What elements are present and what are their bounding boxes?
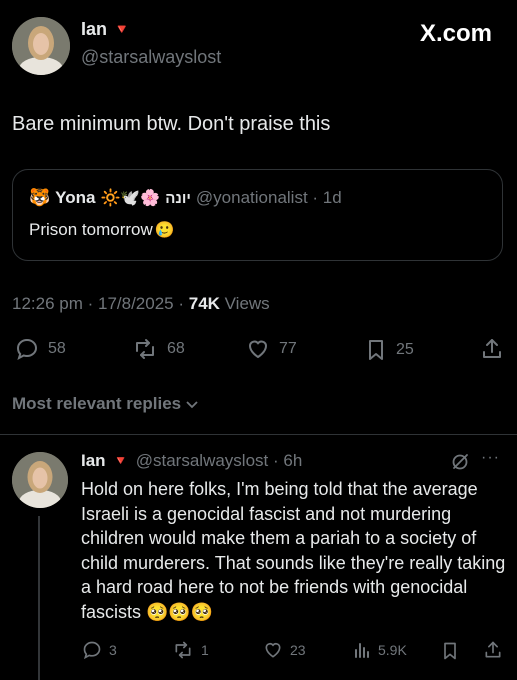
author-avatar[interactable] xyxy=(12,17,70,75)
reply-author-flag: 🔻 xyxy=(112,453,129,468)
share-icon[interactable] xyxy=(480,337,504,361)
reply-handle-time[interactable]: @starsalwayslost · 6h xyxy=(136,451,303,471)
repost-button[interactable]: 68 xyxy=(131,337,185,361)
repost-count: 68 xyxy=(167,340,185,357)
post-text: Bare minimum btw. Don't praise this xyxy=(12,113,331,135)
quote-text: Prison tomorrow xyxy=(29,220,153,239)
views-count: 74K xyxy=(188,294,220,313)
reply-author-name[interactable]: Ian xyxy=(81,451,106,471)
repost-icon xyxy=(171,640,195,660)
heart-icon xyxy=(262,640,284,660)
reply-icon xyxy=(14,337,40,361)
bookmark-count: 25 xyxy=(396,341,414,358)
post-meta: 12:26 pm · 17/8/2025 · 74K Views xyxy=(12,294,270,314)
post-timestamp[interactable]: 12:26 pm · 17/8/2025 · xyxy=(12,294,189,313)
reply-text: Hold on here folks, I'm being told that … xyxy=(81,479,506,622)
grok-icon[interactable] xyxy=(450,452,470,472)
reply-repost-count: 1 xyxy=(201,642,209,658)
replies-sort-label: Most relevant replies xyxy=(12,394,182,413)
reply-repost-button[interactable]: 1 xyxy=(171,640,209,660)
author-handle[interactable]: @starsalwayslost xyxy=(81,47,221,68)
quote-handle-time[interactable]: @yonationalist · 1d xyxy=(196,188,342,208)
views-label: Views xyxy=(219,294,270,313)
bookmark-icon xyxy=(364,337,388,363)
reply-share-icon[interactable] xyxy=(483,640,503,660)
reply-button[interactable]: 58 xyxy=(14,337,66,361)
thread-line xyxy=(38,516,40,680)
heart-icon xyxy=(245,337,271,361)
reply-views-count: 5.9K xyxy=(378,642,407,658)
quote-author-emojis: 🔆🕊️🌸 xyxy=(100,190,161,207)
divider xyxy=(0,434,517,435)
quoted-post[interactable]: 🐯 Yona 🔆🕊️🌸 יונה @yonationalist · 1d Pri… xyxy=(12,169,503,261)
reply-bookmark-icon[interactable] xyxy=(440,640,460,662)
more-options-icon[interactable]: ··· xyxy=(481,449,500,467)
author-name[interactable]: Ian xyxy=(81,19,107,40)
quote-text-emoji: 🥲 xyxy=(154,222,175,239)
replies-sort-dropdown[interactable]: Most relevant replies xyxy=(12,394,199,414)
author-flag: 🔻 xyxy=(113,21,131,37)
reply-like-count: 23 xyxy=(290,642,306,658)
quote-author-name[interactable]: Yona xyxy=(55,188,95,208)
bookmark-button[interactable]: 25 xyxy=(364,337,414,363)
reply-reply-count: 3 xyxy=(109,642,117,658)
reply-views-button[interactable]: 5.9K xyxy=(352,640,407,660)
quote-avatar[interactable]: 🐯 xyxy=(29,188,50,208)
reply-like-button[interactable]: 23 xyxy=(262,640,306,660)
watermark: X.com xyxy=(419,20,492,47)
analytics-icon xyxy=(352,640,372,660)
like-count: 77 xyxy=(279,340,297,357)
reply-reply-button[interactable]: 3 xyxy=(81,640,117,660)
quote-hebrew-name: יונה xyxy=(165,189,191,207)
reply-icon xyxy=(81,640,103,660)
repost-icon xyxy=(131,337,159,361)
like-button[interactable]: 77 xyxy=(245,337,297,361)
reply-author-avatar[interactable] xyxy=(12,452,68,508)
chevron-down-icon xyxy=(185,397,199,411)
reply-count: 58 xyxy=(48,340,66,357)
